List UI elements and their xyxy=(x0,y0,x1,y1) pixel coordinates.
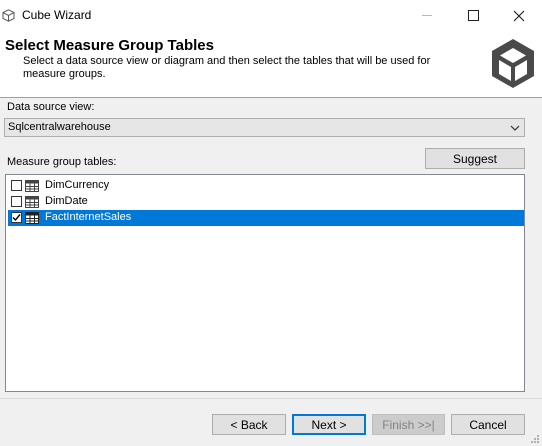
checkmark-icon xyxy=(12,214,21,222)
data-source-label: Data source view: xyxy=(7,101,95,113)
header-divider xyxy=(0,97,542,98)
checkbox-dimcurrency[interactable] xyxy=(11,180,22,191)
checkbox-dimdate[interactable] xyxy=(11,196,22,207)
maximize-button[interactable] xyxy=(450,0,496,31)
suggest-button[interactable]: Suggest xyxy=(425,148,525,169)
item-label: DimCurrency xyxy=(45,179,110,191)
cube-icon xyxy=(2,9,15,22)
table-icon xyxy=(25,196,39,208)
footer-divider xyxy=(0,398,542,399)
item-label: DimDate xyxy=(45,195,88,207)
chevron-down-icon xyxy=(510,125,520,131)
data-source-value: Sqlcentralwarehouse xyxy=(8,121,111,133)
table-icon xyxy=(25,180,39,192)
close-icon xyxy=(513,10,525,21)
cube-logo-icon xyxy=(492,39,534,88)
cancel-button[interactable]: Cancel xyxy=(451,414,525,435)
checkbox-factinternetsales[interactable] xyxy=(11,212,22,223)
list-item-dimdate[interactable]: DimDate xyxy=(8,194,524,210)
item-label: FactInternetSales xyxy=(45,211,132,223)
page-title: Select Measure Group Tables xyxy=(5,37,214,54)
data-source-dropdown[interactable]: Sqlcentralwarehouse xyxy=(4,118,525,137)
finish-button: Finish >>| xyxy=(372,414,445,435)
title-bar: Cube Wizard xyxy=(0,0,542,31)
page-description: Select a data source view or diagram and… xyxy=(23,55,431,80)
measure-group-list[interactable]: DimCurrency DimDate FactInternetSales xyxy=(5,174,525,392)
wizard-header: Select Measure Group Tables Select a dat… xyxy=(0,31,542,97)
close-button[interactable] xyxy=(496,0,542,31)
minimize-button[interactable] xyxy=(404,0,450,31)
resize-grip-icon[interactable] xyxy=(530,434,540,444)
maximize-icon xyxy=(467,10,479,21)
list-item-factinternetsales[interactable]: FactInternetSales xyxy=(8,210,524,226)
next-button[interactable]: Next > xyxy=(292,414,366,435)
measure-group-label: Measure group tables: xyxy=(7,156,117,168)
window-title: Cube Wizard xyxy=(22,8,92,22)
back-button[interactable]: < Back xyxy=(212,414,286,435)
table-icon xyxy=(25,212,39,224)
minimize-icon xyxy=(422,15,432,16)
list-item-dimcurrency[interactable]: DimCurrency xyxy=(8,178,524,194)
